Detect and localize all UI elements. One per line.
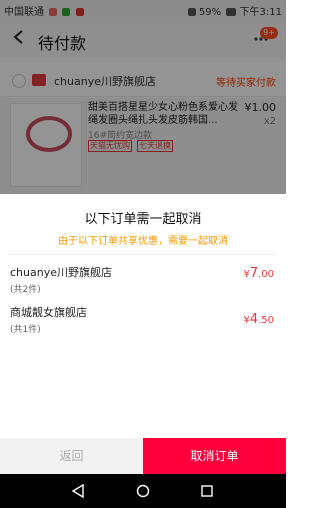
- store-price: ¥7.00: [243, 266, 274, 281]
- back-button[interactable]: 返回: [0, 438, 143, 474]
- cancel-order-button[interactable]: 取消订单: [143, 438, 286, 474]
- dialog-title: 以下订单需一起取消: [84, 212, 202, 227]
- store-price: ¥4.50: [243, 312, 274, 327]
- store-item-count: (共1件): [10, 325, 41, 335]
- store-name: chuanye川野旗舰店: [10, 266, 112, 279]
- nav-home-icon[interactable]: [136, 484, 150, 498]
- price-integer: 7: [249, 266, 259, 281]
- divider: [10, 254, 276, 255]
- system-nav-bar: [0, 474, 286, 508]
- nav-back-icon[interactable]: [70, 483, 86, 499]
- store-item-count: (共2件): [10, 285, 41, 295]
- price-decimal: .50: [258, 315, 274, 326]
- price-decimal: .00: [258, 269, 274, 280]
- store-name: 商城靓女旗舰店: [10, 306, 87, 319]
- nav-recent-apps-icon[interactable]: [201, 485, 213, 497]
- cancel-orders-dialog: 以下订单需一起取消 由于以下订单共享优惠，需要一起取消 chuanye川野旗舰店…: [0, 194, 286, 438]
- dialog-subtitle: 由于以下订单共享优惠，需要一起取消: [58, 236, 228, 247]
- price-integer: 4: [249, 312, 259, 327]
